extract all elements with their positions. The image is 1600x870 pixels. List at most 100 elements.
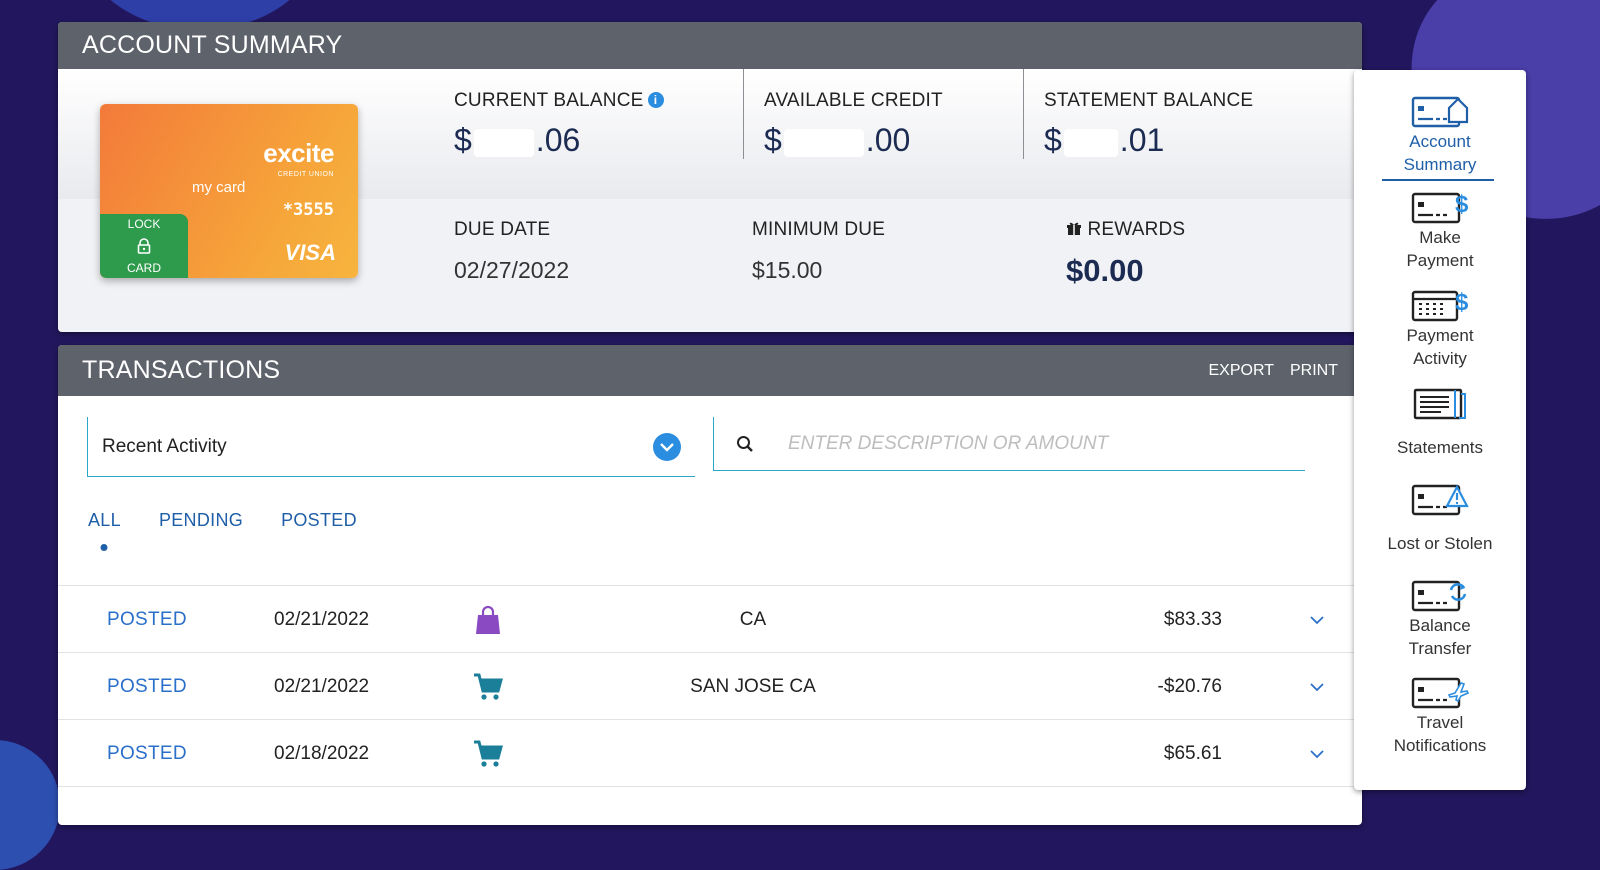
shopping-bag-icon [476,605,500,634]
lock-card-button[interactable]: LOCK CARD [100,214,188,278]
nav-travel-notifications[interactable]: Travel Notifications [1354,675,1526,757]
card-number: *3555 [282,200,334,220]
nav-account-summary[interactable]: Account Summary [1354,94,1526,176]
transaction-status: POSTED [107,608,187,630]
activity-filter-value: Recent Activity [102,435,227,457]
chevron-down-icon[interactable] [653,432,681,461]
statement-balance: STATEMENT BALANCE $ .01 [1044,90,1253,159]
rewards-label: REWARDS [1066,219,1185,241]
transaction-description: SAN JOSE CA [690,675,816,697]
chevron-down-icon[interactable] [1310,615,1324,625]
nav-statements[interactable]: Statements [1354,386,1526,459]
rewards: REWARDS $0.00 [1066,219,1185,289]
search-input[interactable] [786,431,1240,456]
transactions-panel: TRANSACTIONS EXPORT PRINT Recent Activit… [58,345,1362,825]
nav-label: Travel Notifications [1393,713,1487,755]
card-dollar-icon: $ [1411,191,1469,224]
table-row[interactable]: POSTED 02/21/2022 SAN JOSE CA -$20.76 [58,652,1362,720]
nav-label: Balance Transfer [1408,616,1472,658]
calendar-dollar-icon: $ [1411,289,1469,322]
transaction-amount: $65.61 [1163,742,1222,764]
info-icon[interactable]: i [647,92,664,108]
activity-filter-select[interactable]: Recent Activity [87,417,695,477]
divider [1023,69,1024,159]
transaction-description: CA [739,608,767,630]
current-balance: CURRENT BALANCE i $ .06 [454,90,664,159]
table-row[interactable]: POSTED 02/18/2022 $65.61 [58,719,1362,787]
shopping-cart-icon [474,673,503,700]
statements-icon [1413,388,1466,420]
minimum-due: MINIMUM DUE $15.00 [752,219,885,284]
statement-balance-value: $ .01 [1044,122,1165,158]
side-navigation: Account Summary $ Make Payment $ Payment… [1354,70,1526,790]
background-shape [0,740,60,870]
account-summary-title: ACCOUNT SUMMARY [82,31,343,59]
nav-payment-activity[interactable]: $ Payment Activity [1354,288,1526,370]
svg-text:$: $ [1455,191,1469,218]
print-button[interactable]: PRINT [1290,362,1338,380]
tab-posted[interactable]: POSTED [281,510,357,531]
current-balance-value: $ .06 [454,122,581,158]
masked-value [473,128,534,157]
transactions-actions: EXPORT PRINT [1209,362,1339,380]
statement-balance-label: STATEMENT BALANCE [1044,90,1254,111]
svg-text:$: $ [1455,289,1469,316]
masked-value [783,128,864,157]
account-summary-panel: ACCOUNT SUMMARY excite CREDIT UNION my c… [58,22,1362,332]
nav-lost-or-stolen[interactable]: Lost or Stolen [1354,482,1526,555]
card-warning-icon [1411,484,1469,516]
transaction-filter-tabs: ALL PENDING POSTED [88,510,357,531]
due-date-value: 02/27/2022 [454,257,570,283]
card-plane-icon [1411,677,1469,709]
minimum-due-label: MINIMUM DUE [752,219,886,240]
transaction-search[interactable] [713,417,1305,471]
chevron-down-icon[interactable] [1310,749,1324,759]
lock-card-label: LOCK [127,217,161,231]
minimum-due-value: $15.00 [752,257,823,283]
card-name: my card [192,179,246,196]
shopping-cart-icon [474,740,503,767]
credit-card[interactable]: excite CREDIT UNION my card *3555 VISA L… [100,104,358,278]
nav-make-payment[interactable]: $ Make Payment [1354,190,1526,272]
rewards-value: $0.00 [1066,253,1144,288]
due-date: DUE DATE 02/27/2022 [454,219,569,284]
transaction-amount: $83.33 [1163,608,1222,630]
masked-value [1063,128,1118,157]
available-credit-label: AVAILABLE CREDIT [764,90,943,111]
nav-balance-transfer[interactable]: Balance Transfer [1354,578,1526,660]
nav-label: Payment Activity [1406,326,1474,368]
card-home-icon [1411,96,1469,128]
card-network-logo: VISA [284,240,336,265]
nav-label: Statements [1397,438,1483,457]
tab-pending[interactable]: PENDING [159,510,243,531]
lock-icon [137,238,151,254]
current-balance-label: CURRENT BALANCE i [454,90,664,112]
export-button[interactable]: EXPORT [1209,362,1275,380]
account-summary-header: ACCOUNT SUMMARY [58,22,1362,69]
table-row[interactable]: POSTED 02/21/2022 CA $83.33 [58,585,1362,653]
active-indicator [1382,179,1494,181]
transaction-date: 02/21/2022 [274,608,370,630]
nav-label: Lost or Stolen [1387,534,1493,553]
transactions-title: TRANSACTIONS [82,356,281,384]
card-brand-logo: excite CREDIT UNION [263,138,334,178]
transaction-date: 02/21/2022 [274,675,370,697]
divider [743,69,744,159]
nav-label: Account Summary [1403,132,1477,174]
nav-label: Make Payment [1406,228,1474,270]
table-row [58,786,1362,825]
lock-card-label: CARD [126,261,161,275]
transaction-status: POSTED [107,742,187,764]
due-date-label: DUE DATE [454,219,551,240]
search-icon [737,435,753,452]
transaction-amount: -$20.76 [1157,675,1222,697]
transactions-header: TRANSACTIONS EXPORT PRINT [58,345,1362,396]
transaction-date: 02/18/2022 [274,742,370,764]
tab-all[interactable]: ALL [88,510,121,531]
card-refresh-icon [1411,580,1467,612]
available-credit-value: $ .00 [764,122,911,158]
gift-icon [1067,222,1081,235]
chevron-down-icon[interactable] [1310,682,1324,692]
available-credit: AVAILABLE CREDIT $ .00 [764,90,943,159]
transaction-status: POSTED [107,675,187,697]
